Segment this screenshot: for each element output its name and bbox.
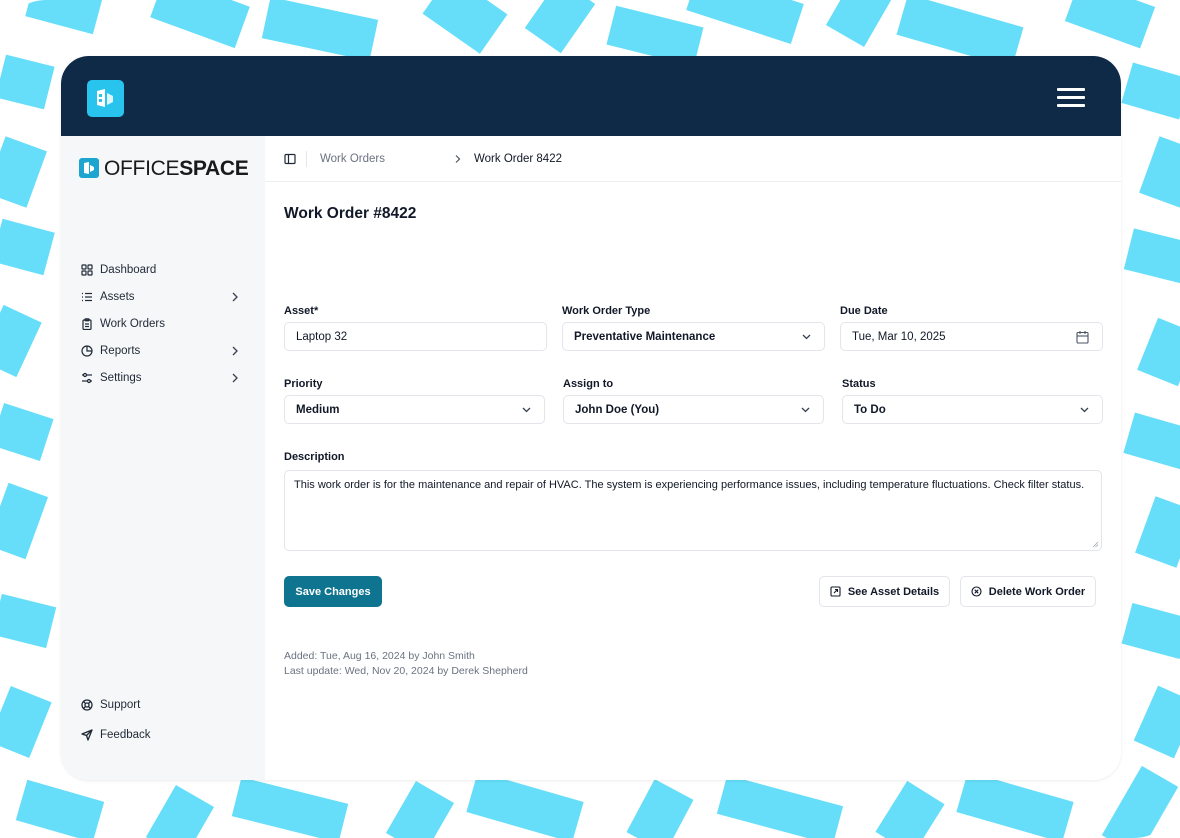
sidebar-item-work-orders[interactable]: Work Orders (81, 314, 247, 334)
hamburger-menu-icon[interactable] (1055, 84, 1087, 110)
added-info: Added: Tue, Aug 16, 2024 by John Smith (284, 650, 475, 662)
chevron-right-icon (232, 373, 238, 383)
breadcrumb-work-orders-link[interactable]: Work Orders (320, 151, 385, 167)
sidebar-item-label: Assets (100, 291, 135, 303)
description-value: This work order is for the maintenance a… (294, 479, 1085, 491)
chevron-right-icon (232, 292, 238, 302)
work-order-type-value: Preventative Maintenance (574, 330, 716, 343)
brand-name-bold: SPACE (179, 156, 249, 180)
delete-work-order-button[interactable]: Delete Work Order (960, 576, 1096, 607)
top-bar (61, 56, 1121, 136)
app-window: OFFICESPACE Dashboard Assets Work Orders… (61, 56, 1121, 780)
work-order-type-select[interactable]: Preventative Maintenance (562, 322, 825, 351)
brand-logo[interactable]: OFFICESPACE (79, 156, 249, 180)
sidebar-item-assets[interactable]: Assets (81, 287, 247, 307)
assign-to-select[interactable]: John Doe (You) (563, 395, 824, 424)
breadcrumb-current-page: Work Order 8422 (474, 153, 562, 165)
chevron-right-icon (455, 155, 461, 163)
calendar-icon[interactable] (1076, 330, 1089, 344)
due-date-picker[interactable]: Tue, Mar 10, 2025 (840, 322, 1103, 351)
page-title: Work Order #8422 (284, 205, 417, 222)
priority-select[interactable]: Medium (284, 395, 545, 424)
assign-to-label: Assign to (563, 378, 614, 390)
asset-label: Asset* (284, 305, 319, 317)
chevron-down-icon (1080, 407, 1089, 413)
description-textarea[interactable]: This work order is for the maintenance a… (284, 470, 1102, 551)
sidebar-item-label: Work Orders (100, 318, 165, 330)
brand-name: OFFICESPACE (104, 158, 249, 179)
save-changes-button[interactable]: Save Changes (284, 576, 382, 607)
brand-name-light: OFFICE (104, 156, 180, 180)
work-order-type-label: Work Order Type (562, 305, 651, 317)
asset-input[interactable]: Laptop 32 (284, 322, 547, 351)
sidebar-item-label: Reports (100, 345, 141, 357)
see-asset-details-button[interactable]: See Asset Details (819, 576, 950, 607)
send-icon (81, 729, 93, 741)
sidebar-item-label: Support (100, 699, 141, 711)
officespace-logo-icon[interactable] (87, 80, 124, 117)
sidebar-toggle-icon[interactable] (284, 153, 296, 165)
breadcrumb: Work Orders Work Order 8422 (265, 136, 1121, 182)
chevron-down-icon (801, 407, 810, 413)
delete-work-order-label: Delete Work Order (988, 585, 1086, 598)
chevron-down-icon (802, 334, 811, 340)
list-icon (82, 292, 92, 302)
resize-handle-icon[interactable] (1092, 541, 1099, 548)
pie-chart-icon (81, 345, 93, 357)
sidebar-item-feedback[interactable]: Feedback (81, 725, 247, 745)
circle-x-icon (971, 586, 982, 597)
priority-value: Medium (296, 403, 340, 416)
external-link-icon (830, 586, 841, 597)
clipboard-icon (82, 318, 92, 330)
sidebar-item-dashboard[interactable]: Dashboard (81, 260, 247, 280)
sidebar-item-label: Settings (100, 372, 142, 384)
due-date-value: Tue, Mar 10, 2025 (852, 330, 946, 343)
brand-mark-icon (79, 158, 99, 178)
chevron-down-icon (522, 407, 531, 413)
sidebar-item-settings[interactable]: Settings (81, 368, 247, 388)
sidebar-item-label: Dashboard (100, 264, 157, 276)
assign-to-value: John Doe (You) (575, 403, 660, 416)
breadcrumb-divider (306, 151, 307, 167)
sliders-icon (82, 372, 92, 384)
priority-label: Priority (284, 378, 323, 390)
see-asset-details-label: See Asset Details (847, 585, 940, 598)
description-label: Description (284, 451, 345, 463)
main-content: Work Orders Work Order 8422 Work Order #… (265, 136, 1121, 780)
due-date-label: Due Date (840, 305, 888, 317)
status-select[interactable]: To Do (842, 395, 1103, 424)
last-update-info: Last update: Wed, Nov 20, 2024 by Derek … (284, 665, 528, 677)
status-label: Status (842, 378, 876, 390)
status-value: To Do (854, 403, 886, 416)
asset-value: Laptop 32 (296, 330, 348, 343)
chevron-right-icon (232, 346, 238, 356)
lifebuoy-icon (81, 699, 93, 711)
sidebar-item-label: Feedback (100, 729, 151, 741)
dashboard-grid-icon (81, 264, 93, 276)
sidebar-item-support[interactable]: Support (81, 695, 247, 715)
sidebar-item-reports[interactable]: Reports (81, 341, 247, 361)
sidebar: OFFICESPACE Dashboard Assets Work Orders… (61, 136, 265, 780)
